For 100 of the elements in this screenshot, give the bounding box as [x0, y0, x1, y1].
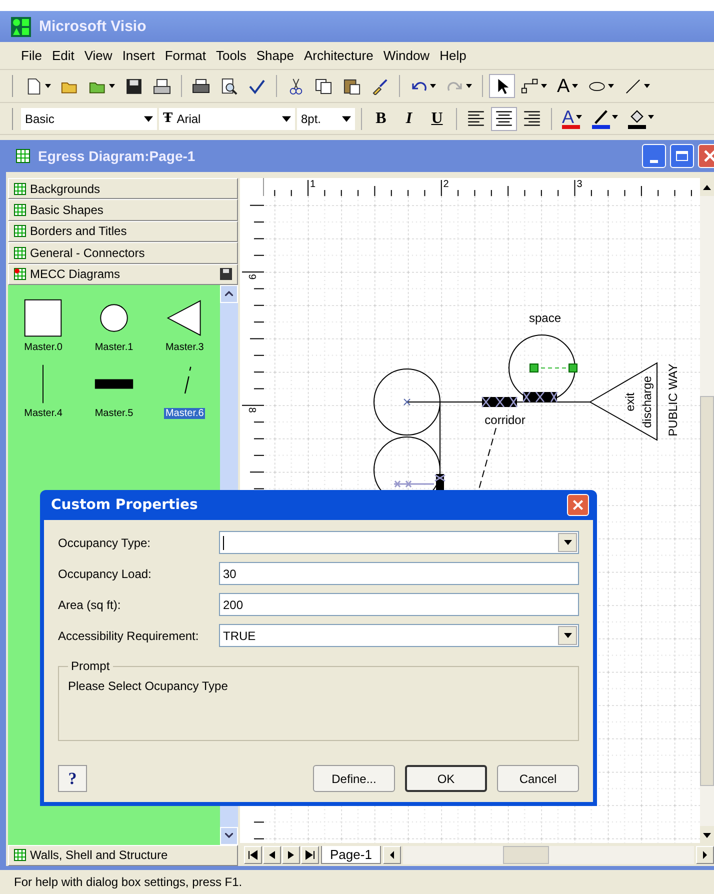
menu-item[interactable]: Shape [251, 48, 299, 63]
font-size-dropdown[interactable]: 8pt. [297, 108, 355, 130]
scroll-up-icon[interactable] [225, 291, 233, 296]
dropdown-arrow-icon [612, 114, 618, 118]
pointer-button[interactable] [489, 74, 515, 98]
square-icon[interactable] [22, 296, 64, 339]
stencil-header[interactable]: Basic Shapes [8, 199, 238, 221]
font-dropdown[interactable]: Ŧ Arial [159, 108, 295, 130]
door-marker[interactable] [481, 396, 518, 408]
vertical-scrollbar[interactable] [700, 196, 714, 844]
style-dropdown[interactable]: Basic [21, 108, 157, 130]
field-label: Area (sq ft): [58, 598, 122, 612]
italic-button[interactable]: I [396, 106, 422, 130]
corridor-label: corridor [484, 413, 526, 427]
dropdown-arrow-icon [342, 116, 351, 122]
clipboard-icon [343, 78, 361, 94]
text-tool-glyph: A [557, 76, 570, 96]
dropdown-arrow-icon[interactable] [564, 540, 572, 545]
minimize-button[interactable] [642, 144, 666, 168]
left-arrow-icon [267, 850, 277, 860]
page-last-button[interactable] [301, 846, 319, 864]
input-field[interactable]: 200 [219, 593, 579, 616]
master-label[interactable]: Master.3 [164, 342, 205, 353]
dialog-button[interactable]: Define... [313, 765, 395, 792]
printer-page-icon [153, 78, 171, 94]
scroll-down-icon[interactable] [225, 833, 233, 838]
save-icon [125, 78, 143, 94]
dropdown-field[interactable]: TRUE [219, 624, 579, 647]
menu-item[interactable]: Insert [117, 48, 160, 63]
public-way-label: PUBLIC WAY [666, 364, 680, 436]
maximize-button[interactable] [670, 144, 694, 168]
dropdown-arrow-icon [648, 114, 654, 118]
page-tab[interactable]: Page-1 [321, 846, 381, 864]
input-field[interactable]: 30 [219, 562, 579, 585]
right-arrow-icon [305, 850, 315, 860]
dialog-title: Custom Properties [51, 497, 198, 513]
minimize-icon [650, 160, 658, 162]
app-icon [11, 16, 31, 36]
master-label[interactable]: Master.1 [94, 342, 134, 353]
window-title: Microsoft Visio [39, 18, 146, 35]
master-label[interactable]: Master.0 [23, 342, 64, 353]
menu-item[interactable]: Help [434, 48, 472, 63]
menu-item[interactable]: Architecture [298, 48, 378, 63]
door-marker[interactable] [522, 391, 558, 403]
menu-item[interactable]: View [79, 48, 118, 63]
dialog-button[interactable]: OK [405, 765, 487, 792]
close-button[interactable] [567, 494, 589, 516]
scrollbar-thumb[interactable] [502, 846, 549, 864]
room-circle[interactable] [374, 368, 440, 436]
field-label: Accessibility Requirement: [58, 628, 200, 642]
stencil-icon [14, 246, 26, 259]
page-first-button[interactable] [244, 846, 262, 864]
paintbrush-icon [371, 78, 389, 94]
align-right-icon [523, 110, 541, 127]
underline-button[interactable]: U [424, 106, 450, 130]
align-left-icon [467, 110, 485, 127]
font-color-button[interactable]: A [558, 106, 586, 130]
dialog-button[interactable]: Cancel [497, 765, 579, 792]
right-arrow-icon [286, 850, 296, 860]
document-icon [16, 149, 30, 163]
stencil-header[interactable]: General - Connectors [8, 242, 238, 264]
scroll-up-icon[interactable] [703, 184, 711, 190]
master-label[interactable]: Master.4 [23, 408, 64, 419]
scroll-left-button[interactable] [382, 846, 401, 864]
bold-button[interactable]: B [368, 106, 394, 130]
scroll-down-icon[interactable] [703, 832, 711, 838]
copy-icon [315, 78, 333, 94]
space-label: space [528, 311, 562, 325]
menu-item[interactable]: Edit [46, 48, 80, 63]
field-label: Occupancy Load: [58, 566, 152, 580]
right-arrow-icon [700, 850, 710, 860]
menu-item[interactable]: Tools [211, 48, 252, 63]
dropdown-field[interactable] [219, 531, 579, 554]
save-icon[interactable] [220, 268, 232, 280]
discharge-label: discharge [640, 376, 654, 428]
master-label[interactable]: Master.6 [164, 408, 205, 419]
stencil-header[interactable]: Borders and Titles [8, 220, 238, 242]
scroll-right-button[interactable] [696, 846, 714, 864]
exit-triangle[interactable] [589, 362, 658, 441]
stencil-header[interactable]: Backgrounds [8, 178, 238, 200]
stencil-icon [14, 182, 26, 195]
menu-item[interactable]: Format [160, 48, 211, 63]
master-label[interactable]: Master.5 [94, 408, 134, 419]
dropdown-arrow-icon[interactable] [564, 633, 572, 638]
page-prev-button[interactable] [263, 846, 281, 864]
text-button[interactable]: A [553, 74, 582, 98]
field-label: Occupancy Type: [58, 536, 152, 550]
menu-item[interactable]: File [16, 48, 47, 63]
left-arrow-icon [248, 850, 258, 860]
stencil-icon [14, 849, 26, 862]
page-next-button[interactable] [282, 846, 300, 864]
stencil-header[interactable]: MECC Diagrams [8, 264, 238, 285]
align-center-button[interactable] [491, 106, 517, 130]
horizontal-ruler: 1 2 3 [264, 178, 700, 196]
selection-handles[interactable] [530, 364, 578, 372]
stencil-icon [14, 225, 26, 238]
menu-item[interactable]: Window [378, 48, 435, 63]
print-preview-icon [220, 78, 238, 94]
stencil-header[interactable]: Walls, Shell and Structure [8, 844, 238, 866]
help-button[interactable]: ? [58, 765, 87, 792]
